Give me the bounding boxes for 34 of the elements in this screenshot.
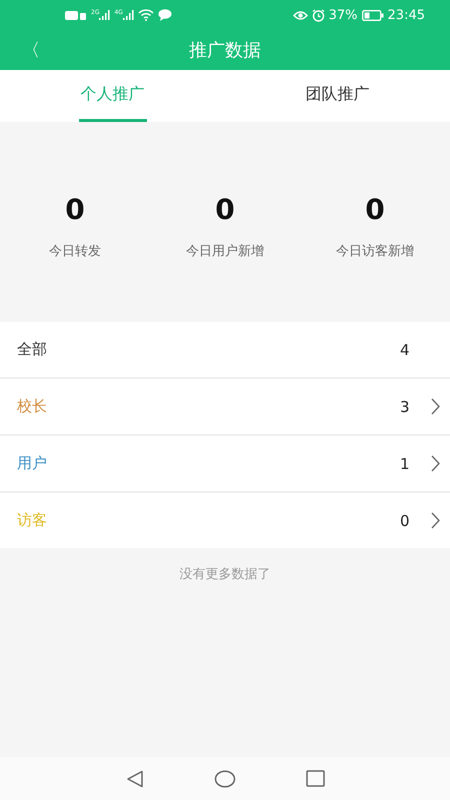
- stat-value: 0: [365, 192, 385, 226]
- stat-label: 今日访客新增: [336, 242, 414, 260]
- back-nav-icon[interactable]: [126, 770, 144, 788]
- recents-nav-icon[interactable]: [306, 770, 324, 787]
- list-row[interactable]: 校长 3: [0, 379, 450, 434]
- clock-time: 23:45: [388, 8, 425, 22]
- signal-icon: [122, 10, 134, 20]
- row-count: 1: [400, 454, 411, 472]
- row-count: 0: [400, 512, 411, 530]
- no-more-data-text: 没有更多数据了: [178, 566, 272, 583]
- row-label: 访客: [17, 511, 48, 530]
- stat-value: 0: [215, 192, 235, 226]
- list-row[interactable]: 全部 4: [0, 322, 450, 377]
- stat-value: 0: [65, 192, 85, 226]
- row-label: 全部: [17, 340, 48, 359]
- stat-label: 今日转发: [49, 242, 101, 260]
- row-count: 4: [400, 340, 411, 358]
- battery-percent: 37%: [328, 8, 358, 22]
- chat-icon: [158, 9, 172, 21]
- battery-icon: [362, 10, 384, 20]
- alarm-icon: [312, 8, 325, 22]
- row-count: 3: [400, 398, 411, 416]
- row-label: 校长: [17, 397, 48, 416]
- wifi-icon: [138, 9, 154, 21]
- signal-icon: [99, 10, 110, 20]
- stat-label: 今日用户新增: [186, 242, 264, 260]
- eye-icon: [292, 10, 308, 20]
- list-row[interactable]: 用户 1: [0, 436, 450, 491]
- list-row[interactable]: 访客 0: [0, 493, 450, 548]
- home-nav-icon[interactable]: [214, 770, 236, 788]
- tab[interactable]: 团队推广: [225, 70, 450, 122]
- row-label: 用户: [17, 454, 48, 473]
- hd-icon: [65, 10, 87, 20]
- page-title: 推广数据: [189, 39, 261, 62]
